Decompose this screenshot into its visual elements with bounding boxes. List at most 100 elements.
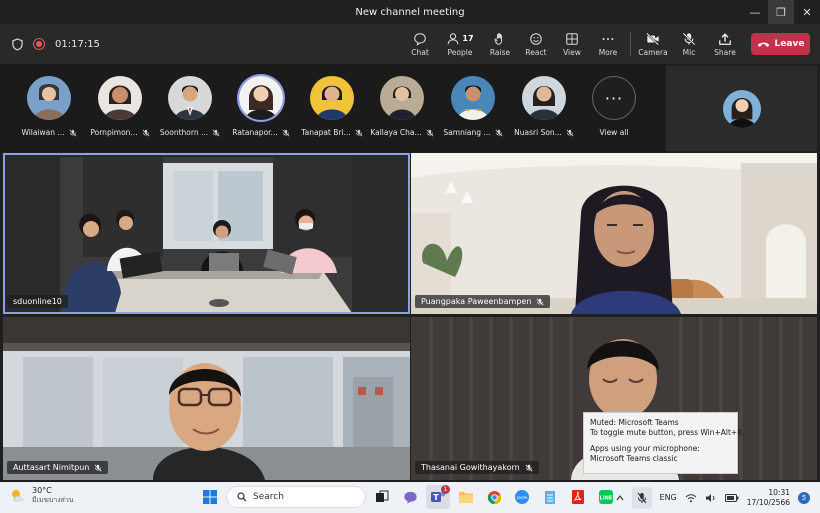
- mic-off-icon: [142, 129, 150, 136]
- volume-icon[interactable]: [705, 493, 717, 503]
- hang-up-icon: [757, 42, 769, 47]
- react-button[interactable]: React: [518, 32, 554, 57]
- share-button[interactable]: Share: [707, 32, 743, 57]
- teams-badge: 1: [441, 485, 450, 494]
- camera-button[interactable]: Camera: [635, 32, 671, 57]
- window-title: New channel meeting: [355, 6, 465, 18]
- participant-avatar: [380, 76, 424, 120]
- mic-off-icon: [495, 129, 503, 136]
- battery-icon[interactable]: [724, 493, 739, 502]
- zoom-button[interactable]: zoom: [510, 485, 534, 509]
- participant-name-row: Wilaiwan ...: [21, 128, 77, 137]
- share-label: Share: [714, 47, 736, 57]
- taskbar-clock[interactable]: 10:31 17/10/2566: [747, 488, 790, 508]
- toolbar-divider: [630, 32, 631, 56]
- participant-name: Ratanapor...: [232, 128, 278, 137]
- more-dots-icon: ···: [592, 76, 636, 120]
- weather-widget[interactable]: 30°C มีเมฆบางส่วน: [10, 486, 74, 506]
- participant-card[interactable]: Ratanapor...: [229, 76, 293, 137]
- participant-card[interactable]: Wilaiwan ...: [17, 76, 81, 137]
- line-button[interactable]: LINE: [594, 485, 618, 509]
- raise-hand-button[interactable]: Raise: [482, 32, 518, 57]
- notepad-button[interactable]: [538, 485, 562, 509]
- weather-temp: 30°C: [32, 486, 52, 495]
- zoom-icon: zoom: [515, 490, 529, 504]
- mic-muted-tray-icon: [637, 492, 646, 503]
- acrobat-button[interactable]: [566, 485, 590, 509]
- view-button[interactable]: View: [554, 32, 590, 57]
- chevron-up-icon[interactable]: [616, 494, 624, 501]
- participant-card[interactable]: Samniang ...: [441, 76, 505, 137]
- svg-text:zoom: zoom: [517, 495, 528, 500]
- participant-name-row: Samniang ...: [443, 128, 503, 137]
- leave-button[interactable]: Leave: [751, 33, 810, 55]
- room-video: [60, 157, 352, 313]
- meeting-status: 01:17:15: [0, 37, 100, 51]
- teams-app-button[interactable]: T 1: [426, 485, 450, 509]
- file-explorer-button[interactable]: [454, 485, 478, 509]
- participant-card[interactable]: Soonthorn ...: [158, 76, 222, 137]
- chat-icon: [414, 32, 426, 46]
- start-button[interactable]: [198, 485, 222, 509]
- minimize-button[interactable]: —: [742, 0, 768, 24]
- more-button[interactable]: More: [590, 32, 626, 57]
- teams-chat-icon: [403, 491, 417, 504]
- more-label: More: [598, 47, 618, 57]
- self-view[interactable]: [666, 66, 817, 151]
- task-view-icon: [376, 490, 389, 502]
- people-icon: [448, 32, 459, 44]
- participant-name-row: Soonthorn ...: [160, 128, 220, 137]
- title-bar: New channel meeting — ❐ ✕: [0, 0, 820, 24]
- view-all-button[interactable]: ··· View all: [582, 76, 646, 137]
- chrome-button[interactable]: [482, 485, 506, 509]
- clock-time: 10:31: [768, 487, 790, 497]
- video-tile-puangpaka[interactable]: Puangpaka Paweenbampen: [411, 153, 817, 314]
- tile-name-tag: Thasanai Gowithayakorn: [415, 461, 539, 474]
- video-tile-auttasart[interactable]: Auttasart Nimitpun: [3, 317, 410, 480]
- grid-view-icon: [566, 32, 578, 45]
- video-tile-room[interactable]: sduonline10: [3, 153, 410, 314]
- meeting-toolbar: 01:17:15 Chat 17 People Raise React View…: [0, 24, 820, 64]
- tile-name: sduonline10: [13, 297, 62, 306]
- participant-card[interactable]: Kallaya Cha...: [370, 76, 434, 137]
- participant-card[interactable]: Pornpimon...: [88, 76, 152, 137]
- meeting-timer: 01:17:15: [55, 38, 100, 50]
- participants-strip: Wilaiwan ... Pornpimon... Soonthorn ... …: [0, 64, 665, 152]
- participant-card[interactable]: Tanapat Bri...: [300, 76, 364, 137]
- people-button[interactable]: 17 People: [438, 32, 482, 57]
- line-app-icon: LINE: [599, 490, 613, 504]
- participant-card[interactable]: Nuasri Son...: [512, 76, 576, 137]
- wifi-icon[interactable]: [685, 493, 697, 503]
- tooltip-line: Muted: Microsoft Teams: [590, 418, 679, 427]
- tooltip-line: To toggle mute button, press Win+Alt+K.: [590, 428, 745, 437]
- weather-condition: มีเมฆบางส่วน: [32, 496, 74, 504]
- participant-avatar: [27, 76, 71, 120]
- mic-off-icon: [566, 129, 574, 136]
- mute-tooltip: Muted: Microsoft Teams To toggle mute bu…: [583, 412, 745, 474]
- restore-button[interactable]: ❐: [768, 0, 794, 24]
- mic-button[interactable]: Mic: [671, 32, 707, 57]
- partly-cloudy-icon: [12, 490, 23, 502]
- shield-icon[interactable]: [12, 37, 23, 51]
- people-label: People: [447, 47, 473, 57]
- chat-app-button[interactable]: [398, 485, 422, 509]
- view-label: View: [563, 47, 581, 57]
- participant-name-row: Tanapat Bri...: [301, 128, 363, 137]
- close-button[interactable]: ✕: [794, 0, 820, 24]
- toolbar-actions: Chat 17 People Raise React View More Cam…: [402, 24, 810, 64]
- svg-text:LINE: LINE: [600, 496, 613, 502]
- language-indicator[interactable]: ENG: [660, 493, 677, 502]
- search-placeholder: Search: [253, 492, 284, 502]
- notification-badge[interactable]: 5: [798, 491, 810, 504]
- participant-avatar: [98, 76, 142, 120]
- window-controls: — ❐ ✕: [742, 0, 820, 24]
- task-view-button[interactable]: [370, 485, 394, 509]
- participant-avatar: [451, 76, 495, 120]
- recording-icon: [33, 38, 45, 50]
- participant-name: Kallaya Cha...: [370, 128, 422, 137]
- chat-button[interactable]: Chat: [402, 32, 438, 57]
- taskbar-search[interactable]: Search: [226, 486, 366, 508]
- mic-tray-button[interactable]: [631, 486, 652, 509]
- puangpaka-video: [411, 153, 817, 314]
- participant-name: Soonthorn ...: [159, 128, 209, 137]
